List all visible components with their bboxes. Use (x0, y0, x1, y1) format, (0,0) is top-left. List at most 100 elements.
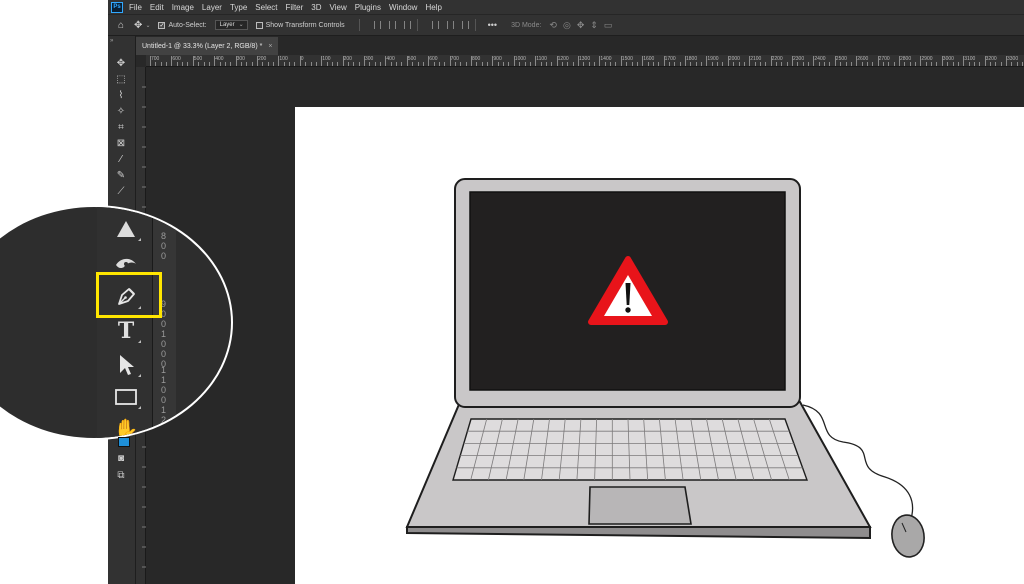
ruler-tick (899, 56, 900, 66)
crop-tool-icon[interactable]: ⌗ (114, 120, 128, 134)
3d-roll-icon[interactable]: ◎ (563, 20, 571, 31)
trackpad (588, 486, 692, 525)
ruler-minor-tick (840, 62, 842, 66)
ruler-minor-tick (572, 62, 574, 66)
auto-select-dropdown[interactable]: Layer ⌄ (214, 20, 248, 30)
show-transform-checkbox[interactable] (255, 21, 263, 29)
ruler-minor-tick (583, 62, 585, 66)
menu-window[interactable]: Window (389, 3, 417, 12)
ruler-tick (449, 56, 451, 66)
ruler-tick (963, 56, 965, 66)
screen-mode-icon[interactable]: ⧉ (114, 468, 128, 482)
magnified-ruler-digit: 0 (161, 425, 167, 435)
ruler-minor-tick (203, 62, 205, 66)
magnified-tools-panel: T ✋ (97, 207, 152, 438)
ruler-minor-tick (497, 62, 499, 66)
more-options-icon[interactable]: ••• (488, 20, 497, 30)
ruler-minor-tick (476, 62, 478, 66)
ruler-tick (813, 56, 815, 66)
ruler-minor-tick (904, 62, 906, 66)
ruler-minor-tick (481, 62, 483, 66)
menu-layer[interactable]: Layer (202, 3, 222, 12)
move-tool-icon[interactable]: ✥ (134, 20, 142, 31)
menu-plugins[interactable]: Plugins (355, 3, 381, 12)
ruler-minor-tick (487, 62, 489, 66)
align-left-icon[interactable] (373, 21, 381, 29)
ruler-tick (770, 56, 772, 66)
type-tool-icon[interactable]: T (111, 317, 141, 345)
ruler-tick (749, 56, 751, 66)
3d-slide-icon[interactable]: ⇕ (590, 20, 598, 31)
ruler-tick (150, 56, 151, 66)
ruler-minor-tick (915, 62, 917, 66)
menu-file[interactable]: File (129, 3, 142, 12)
separator (474, 19, 476, 31)
eyedropper-tool-icon[interactable]: ⁄ (114, 152, 128, 166)
ruler-tick (513, 56, 515, 66)
align-center-icon[interactable] (388, 21, 396, 29)
auto-select-checkbox[interactable]: ✓ (158, 21, 166, 29)
ruler-minor-tick (187, 62, 189, 66)
document-canvas[interactable] (295, 107, 1024, 584)
ruler-minor-tick (401, 62, 403, 66)
ruler-minor-tick (695, 62, 697, 66)
ruler-minor-tick (353, 62, 355, 66)
ruler-minor-tick (759, 62, 761, 66)
menu-type[interactable]: Type (230, 3, 247, 12)
ruler-minor-tick (717, 62, 719, 66)
brush-tool-icon[interactable]: ⟋ (114, 184, 128, 198)
ruler-minor-tick (166, 62, 168, 66)
menu-filter[interactable]: Filter (286, 3, 304, 12)
marquee-tool-icon[interactable]: ⬚ (114, 72, 128, 86)
ruler-minor-tick (658, 62, 660, 66)
menu-select[interactable]: Select (255, 3, 277, 12)
ruler-tick (834, 56, 836, 66)
foreground-color-swatch[interactable] (118, 437, 130, 447)
ruler-minor-tick (797, 62, 799, 66)
path-selection-tool-icon[interactable] (111, 351, 141, 379)
close-icon[interactable]: × (268, 43, 272, 50)
quick-mask-icon[interactable]: ◙ (114, 451, 128, 465)
ruler-minor-tick (358, 62, 360, 66)
3d-camera-icon[interactable]: ▭ (604, 20, 613, 31)
menu-view[interactable]: View (330, 3, 347, 12)
ruler-minor-tick (380, 62, 382, 66)
ruler-minor-tick (973, 62, 975, 66)
horizontal-ruler[interactable]: 700 600 500 400 300 200 100 0 100 200 300 400 500 600… (146, 55, 1024, 67)
triangle-shape-tool-icon[interactable] (111, 215, 141, 243)
3d-pan-icon[interactable]: ✥ (577, 20, 585, 31)
ruler-minor-tick (872, 62, 874, 66)
align-top-icon[interactable] (431, 21, 439, 29)
document-tab[interactable]: Untitled-1 @ 33.3% (Layer 2, RGB/8) * × (136, 37, 279, 55)
magnified-ruler-digit: 1 (161, 365, 167, 375)
ruler-minor-tick (422, 62, 424, 66)
align-right-icon[interactable] (403, 21, 411, 29)
menu-image[interactable]: Image (172, 3, 194, 12)
ruler-minor-tick (979, 62, 981, 66)
ruler-minor-tick (995, 62, 997, 66)
menu-3d[interactable]: 3D (311, 3, 321, 12)
ruler-minor-tick (690, 62, 692, 66)
menu-edit[interactable]: Edit (150, 3, 164, 12)
magic-wand-tool-icon[interactable]: ✧ (114, 104, 128, 118)
ruler-minor-tick (390, 62, 392, 66)
ruler-minor-tick (1016, 62, 1018, 66)
ruler-minor-tick (845, 62, 847, 66)
ruler-minor-tick (417, 62, 419, 66)
menu-help[interactable]: Help (425, 3, 441, 12)
healing-brush-tool-icon[interactable]: ✎ (114, 168, 128, 182)
home-icon[interactable]: ⌂ (118, 20, 124, 31)
ruler-minor-tick (240, 62, 242, 66)
magnified-ruler-digit: 0 (161, 385, 167, 395)
ruler-minor-tick (326, 62, 328, 66)
auto-select-value: Layer (219, 22, 235, 28)
chevron-down-icon[interactable]: ⌄ (145, 22, 150, 29)
frame-tool-icon[interactable]: ⊠ (114, 136, 128, 150)
panel-collapse-icon[interactable]: » (110, 38, 113, 44)
align-bottom-icon[interactable] (461, 21, 469, 29)
lasso-tool-icon[interactable]: ⌇ (114, 88, 128, 102)
3d-orbit-icon[interactable]: ⟲ (549, 20, 557, 31)
rectangle-tool-icon[interactable] (111, 383, 141, 411)
move-tool-icon[interactable]: ✥ (114, 56, 128, 70)
align-middle-icon[interactable] (446, 21, 454, 29)
